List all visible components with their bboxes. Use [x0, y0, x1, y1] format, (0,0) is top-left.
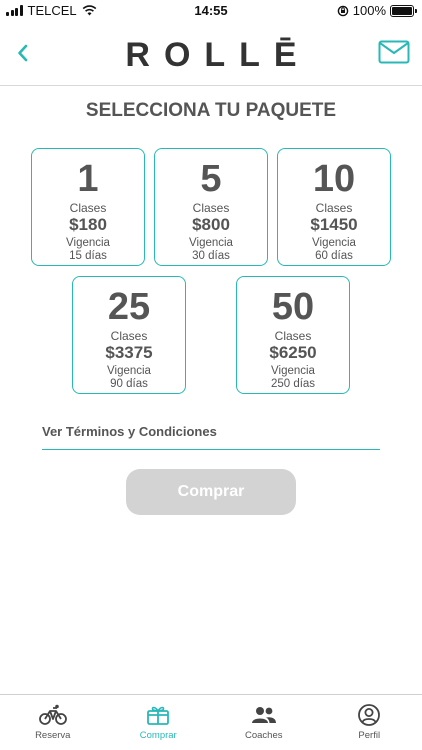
package-price: $800	[192, 215, 230, 234]
battery-icon	[390, 4, 417, 17]
mail-icon	[378, 40, 410, 64]
package-unit: Clases	[274, 329, 312, 343]
package-validity: 30 días	[192, 250, 230, 262]
package-validity-label: Vigencia	[312, 237, 356, 249]
package-card-50[interactable]: 50 Clases $6250 Vigencia 250 días	[236, 276, 350, 394]
package-validity: 90 días	[110, 378, 148, 390]
package-unit: Clases	[192, 201, 230, 215]
tab-coaches[interactable]: Coaches	[211, 695, 317, 750]
package-count: 5	[200, 158, 222, 200]
package-validity: 15 días	[69, 250, 107, 262]
battery-percent: 100%	[352, 3, 386, 18]
tab-bar: Reserva Comprar Coaches Perfil	[0, 694, 422, 750]
package-card-1[interactable]: 1 Clases $180 Vigencia 15 días	[31, 148, 145, 266]
package-price: $6250	[269, 343, 317, 362]
package-card-25[interactable]: 25 Clases $3375 Vigencia 90 días	[72, 276, 186, 394]
bicycle-icon	[38, 703, 67, 727]
page-title: SELECCIONA TU PAQUETE	[85, 100, 337, 121]
package-count: 1	[77, 158, 99, 200]
package-count: 50	[271, 286, 315, 328]
mail-button[interactable]	[378, 40, 410, 66]
tab-label: Comprar	[139, 730, 177, 741]
package-price: $180	[69, 215, 107, 234]
package-count: 10	[312, 158, 356, 200]
package-card-5[interactable]: 5 Clases $800 Vigencia 30 días	[154, 148, 268, 266]
status-bar-right: 100%	[337, 3, 417, 18]
package-price: $3375	[105, 343, 153, 362]
tab-label: Coaches	[245, 730, 283, 741]
package-validity-label: Vigencia	[189, 237, 233, 249]
package-unit: Clases	[69, 201, 107, 215]
people-icon	[250, 703, 278, 727]
terms-link[interactable]: Ver Términos y Condiciones	[42, 424, 380, 450]
tab-label: Reserva	[35, 730, 71, 741]
tab-comprar[interactable]: Comprar	[106, 695, 212, 750]
tab-reserva[interactable]: Reserva	[0, 695, 106, 750]
package-validity: 250 días	[270, 378, 316, 390]
buy-button[interactable]: Comprar	[126, 469, 296, 515]
orientation-lock-icon	[337, 5, 349, 16]
tab-label: Perfil	[358, 730, 381, 741]
package-card-10[interactable]: 10 Clases $1450 Vigencia 60 días	[277, 148, 391, 266]
package-validity-label: Vigencia	[66, 237, 110, 249]
app-header: ROLLĒ	[0, 22, 422, 86]
package-price: $1450	[310, 215, 358, 234]
package-unit: Clases	[110, 329, 148, 343]
package-count: 25	[107, 286, 151, 328]
status-bar: TELCEL 14:55 100%	[0, 0, 422, 22]
package-unit: Clases	[315, 201, 353, 215]
gift-icon	[144, 703, 172, 727]
package-validity: 60 días	[315, 250, 353, 262]
user-circle-icon	[355, 703, 383, 727]
tab-perfil[interactable]: Perfil	[317, 695, 422, 750]
package-validity-label: Vigencia	[107, 365, 151, 377]
package-validity-label: Vigencia	[271, 365, 315, 377]
app-logo: ROLLĒ	[125, 36, 311, 74]
